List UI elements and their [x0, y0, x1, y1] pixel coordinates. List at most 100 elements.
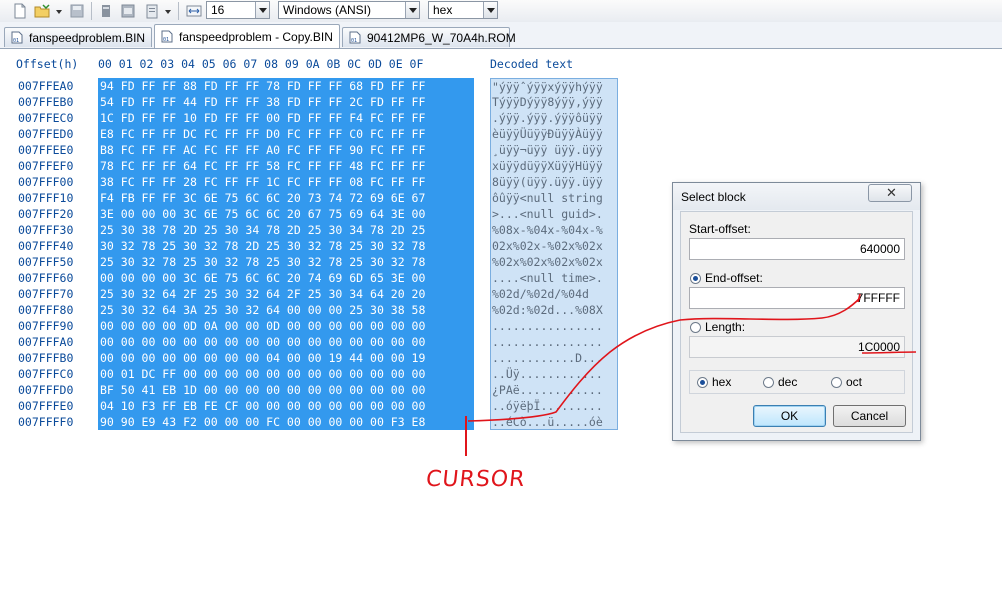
row-hex-bytes[interactable]: 38 FC FF FF 28 FC FF FF 1C FC FF FF 08 F… — [98, 174, 474, 190]
tab-file-3[interactable]: 01 90412MP6_W_70A4h.ROM — [342, 27, 516, 47]
row-hex-bytes[interactable]: 00 00 00 00 3C 6E 75 6C 6C 20 74 69 6D 6… — [98, 270, 474, 286]
row-offset: 007FFF70 — [18, 287, 74, 301]
row-hex-bytes[interactable]: F4 FB FF FF 3C 6E 75 6C 6C 20 73 74 72 6… — [98, 190, 474, 206]
row-offset: 007FFF80 — [18, 303, 74, 317]
save-icon[interactable] — [69, 3, 85, 19]
row-hex-bytes[interactable]: 25 30 38 78 2D 25 30 34 78 2D 25 30 34 7… — [98, 222, 474, 238]
number-base-group: hex dec oct — [689, 370, 905, 394]
row-decoded-text[interactable]: %02d:%02d...%08X — [490, 302, 618, 318]
row-hex-bytes[interactable]: 25 30 32 78 25 30 32 78 25 30 32 78 25 3… — [98, 254, 474, 270]
open-dropdown-icon[interactable] — [54, 3, 64, 19]
row-decoded-text[interactable]: ................ — [490, 334, 618, 350]
row-decoded-text[interactable]: ..Üÿ............ — [490, 366, 618, 382]
row-hex-bytes[interactable]: 00 01 DC FF 00 00 00 00 00 00 00 00 00 0… — [98, 366, 474, 382]
tab-bar: 01 fanspeedproblem.BIN 01 fanspeedproble… — [0, 22, 1002, 49]
row-hex-bytes[interactable]: 54 FD FF FF 44 FD FF FF 38 FD FF FF 2C F… — [98, 94, 474, 110]
row-offset: 007FFFD0 — [18, 383, 74, 397]
row-offset: 007FFFA0 — [18, 335, 74, 349]
row-offset: 007FFFE0 — [18, 399, 74, 413]
svg-text:01: 01 — [13, 38, 19, 44]
cut-icon[interactable] — [98, 3, 114, 19]
row-hex-bytes[interactable]: 30 32 78 25 30 32 78 2D 25 30 32 78 25 3… — [98, 238, 474, 254]
tab-file-1[interactable]: 01 fanspeedproblem.BIN — [4, 27, 152, 47]
row-decoded-text[interactable]: >...<null guid>. — [490, 206, 618, 222]
open-folder-icon[interactable] — [34, 3, 50, 19]
ok-button[interactable]: OK — [753, 405, 826, 427]
row-decoded-text[interactable]: %02d/%02d/%04d — [490, 286, 618, 302]
row-decoded-text[interactable]: ................ — [490, 318, 618, 334]
row-decoded-text[interactable]: ..óÿëþÏ......... — [490, 398, 618, 414]
row-offset: 007FFF10 — [18, 191, 74, 205]
row-decoded-text[interactable]: ............D... — [490, 350, 618, 366]
row-offset: 007FFF30 — [18, 223, 74, 237]
length-radio[interactable] — [690, 322, 701, 333]
row-decoded-text[interactable]: 8üÿÿ(üÿÿ.üÿÿ.üÿÿ — [490, 174, 618, 190]
row-hex-bytes[interactable]: 25 30 32 64 2F 25 30 32 64 2F 25 30 34 6… — [98, 286, 474, 302]
chevron-down-icon[interactable] — [405, 2, 419, 18]
row-decoded-text[interactable]: ¸üÿÿ¬üÿÿ üÿÿ.üÿÿ — [490, 142, 618, 158]
row-decoded-text[interactable]: ..éCò...ü.....óè — [490, 414, 618, 430]
end-offset-input[interactable]: 7FFFFF — [689, 287, 905, 309]
svg-text:01: 01 — [351, 38, 357, 44]
row-decoded-text[interactable]: èüÿÿÜüÿÿÐüÿÿÀüÿÿ — [490, 126, 618, 142]
start-offset-label: Start-offset: — [689, 222, 751, 236]
offset-base-select[interactable]: hex — [428, 1, 498, 19]
copy-icon[interactable] — [120, 3, 136, 19]
row-decoded-text[interactable]: .ýÿÿ.ýÿÿ.ýÿÿôüÿÿ — [490, 110, 618, 126]
cursor-annotation-label: CURSOR — [424, 467, 527, 492]
tab-label: fanspeedproblem.BIN — [29, 31, 146, 45]
start-offset-input[interactable]: 640000 — [689, 238, 905, 260]
close-button[interactable]: ✕ — [868, 184, 912, 202]
binary-file-icon: 01 — [161, 30, 173, 43]
paste-icon[interactable] — [144, 3, 160, 19]
chevron-down-icon[interactable] — [483, 2, 497, 18]
byte-column-headers: 00 01 02 03 04 05 06 07 08 09 0A 0B 0C 0… — [98, 57, 424, 71]
row-hex-bytes[interactable]: 94 FD FF FF 88 FD FF FF 78 FD FF FF 68 F… — [98, 78, 474, 94]
dialog-title: Select block — [681, 190, 746, 204]
dec-radio[interactable] — [763, 377, 774, 388]
row-decoded-text[interactable]: ¿PAë............ — [490, 382, 618, 398]
bytes-per-row-value: 16 — [211, 3, 225, 17]
offset-header: Offset(h) — [16, 57, 79, 71]
end-offset-radio[interactable] — [690, 273, 701, 284]
row-hex-bytes[interactable]: 78 FC FF FF 64 FC FF FF 58 FC FF FF 48 F… — [98, 158, 474, 174]
dialog-content: Start-offset: 640000 End-offset: 7FFFFF … — [680, 211, 913, 433]
row-hex-bytes[interactable]: 00 00 00 00 00 00 00 00 04 00 00 19 44 0… — [98, 350, 474, 366]
row-hex-bytes[interactable]: 25 30 32 64 3A 25 30 32 64 00 00 00 25 3… — [98, 302, 474, 318]
row-offset: 007FFEA0 — [18, 79, 74, 93]
row-decoded-text[interactable]: %02x%02x%02x%02x — [490, 254, 618, 270]
row-hex-bytes[interactable]: 1C FD FF FF 10 FD FF FF 00 FD FF FF F4 F… — [98, 110, 474, 126]
row-decoded-text[interactable]: ....<null time>. — [490, 270, 618, 286]
row-hex-bytes[interactable]: 00 00 00 00 00 00 00 00 00 00 00 00 00 0… — [98, 334, 474, 350]
row-hex-bytes[interactable]: 3E 00 00 00 3C 6E 75 6C 6C 20 67 75 69 6… — [98, 206, 474, 222]
row-decoded-text[interactable]: 02x%02x-%02x%02x — [490, 238, 618, 254]
row-decoded-text[interactable]: xüÿÿdüÿÿXüÿÿHüÿÿ — [490, 158, 618, 174]
row-hex-bytes[interactable]: E8 FC FF FF DC FC FF FF D0 FC FF FF C0 F… — [98, 126, 474, 142]
row-hex-bytes[interactable]: 04 10 F3 FF EB FE CF 00 00 00 00 00 00 0… — [98, 398, 474, 414]
cancel-button[interactable]: Cancel — [833, 405, 906, 427]
row-decoded-text[interactable]: TýÿÿDýÿÿ8ýÿÿ,ýÿÿ — [490, 94, 618, 110]
tab-label: 90412MP6_W_70A4h.ROM — [367, 31, 516, 45]
row-decoded-text[interactable]: ôûÿÿ<null string — [490, 190, 618, 206]
row-offset: 007FFFF0 — [18, 415, 74, 429]
tab-file-2[interactable]: 01 fanspeedproblem - Copy.BIN — [154, 24, 340, 48]
length-input[interactable]: 1C0000 — [689, 336, 905, 358]
row-offset: 007FFEC0 — [18, 111, 74, 125]
hex-radio[interactable] — [697, 377, 708, 388]
row-hex-bytes[interactable]: 90 90 E9 43 F2 00 00 00 FC 00 00 00 00 0… — [98, 414, 474, 430]
oct-radio[interactable] — [831, 377, 842, 388]
row-hex-bytes[interactable]: B8 FC FF FF AC FC FF FF A0 FC FF FF 90 F… — [98, 142, 474, 158]
paste-dropdown-icon[interactable] — [163, 3, 173, 19]
dialog-titlebar[interactable]: Select block ✕ — [673, 183, 920, 210]
toolbar-separator — [91, 2, 92, 20]
row-hex-bytes[interactable]: BF 50 41 EB 1D 00 00 00 00 00 00 00 00 0… — [98, 382, 474, 398]
charset-select[interactable]: Windows (ANSI) — [278, 1, 420, 19]
bytes-per-row-icon — [186, 5, 202, 17]
row-hex-bytes[interactable]: 00 00 00 00 0D 0A 00 00 0D 00 00 00 00 0… — [98, 318, 474, 334]
new-file-icon[interactable] — [12, 3, 28, 19]
chevron-down-icon[interactable] — [255, 2, 269, 18]
bytes-per-row-select[interactable]: 16 — [206, 1, 270, 19]
toolbar-separator — [178, 2, 179, 20]
row-decoded-text[interactable]: %08x-%04x-%04x-% — [490, 222, 618, 238]
row-decoded-text[interactable]: "ýÿÿˆýÿÿxýÿÿhýÿÿ — [490, 78, 618, 94]
